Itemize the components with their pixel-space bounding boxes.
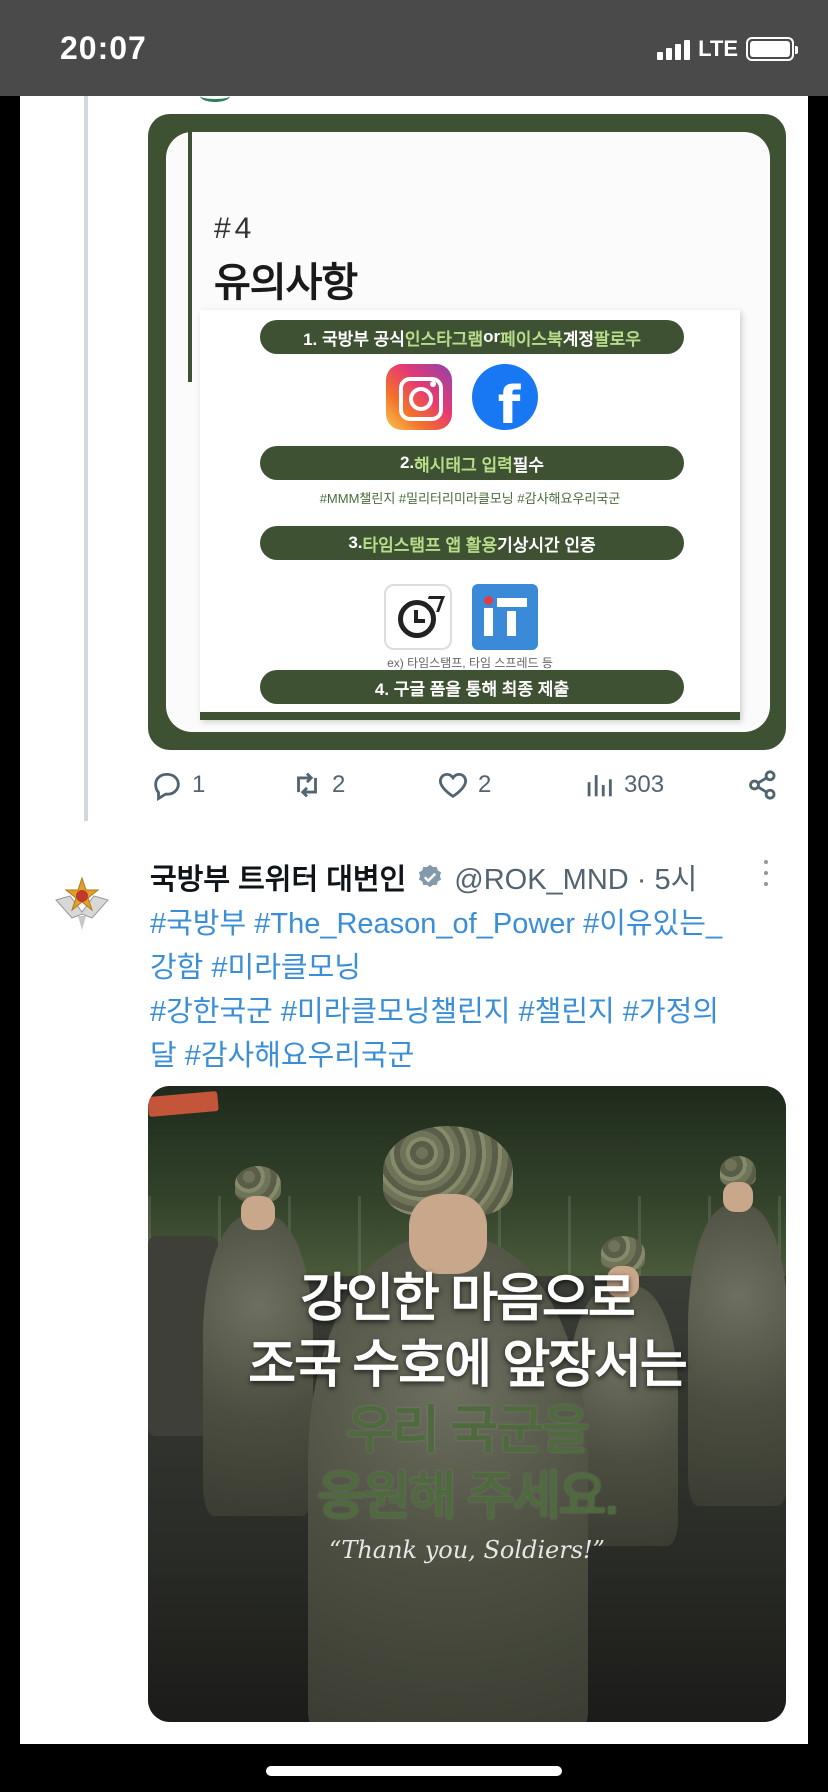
tweet-text-line[interactable]: #국방부 #The_Reason_of_Power #이유있는_ bbox=[150, 902, 790, 946]
thread-connector-line bbox=[84, 96, 88, 821]
step-2-required: 필수 bbox=[512, 455, 545, 475]
step-1-or: or bbox=[483, 327, 501, 346]
thread-curl-mark bbox=[200, 96, 230, 102]
clock-app-icon bbox=[384, 584, 452, 650]
step-4-pill: 4. 구글 폼을 통해 최종 제출 bbox=[260, 670, 684, 704]
verified-badge-icon bbox=[419, 864, 442, 888]
photo-line-3: 우리 국군을 bbox=[346, 1402, 590, 1460]
step-1-num: 1. 국방부 공식 bbox=[303, 329, 405, 349]
infographic-inner: #4 유의사항 1. 국방부 공식 인스타그램 or 페이스북 계정 팔로우 f… bbox=[166, 132, 770, 732]
step-1-follow: 팔로우 bbox=[593, 329, 641, 349]
step-2-hashtag: 해시태그 입력 bbox=[414, 455, 513, 475]
reply-button[interactable]: 1 bbox=[150, 768, 205, 802]
step-3-num: 3. bbox=[348, 533, 363, 552]
step-4-text: 4. 구글 폼을 통해 최종 제출 bbox=[374, 679, 570, 699]
photo-line-4: 응원해 주세요. bbox=[317, 1468, 619, 1526]
share-button[interactable] bbox=[746, 768, 780, 802]
tweet-text-line[interactable]: #강한국군 #미라클모닝챌린지 #챌린지 #가정의 bbox=[150, 990, 790, 1034]
step-1-account: 계정 bbox=[562, 329, 594, 349]
hashtag-note: #MMM챌린지 #밀리터리미라클모닝 #감사해요우리국군 bbox=[319, 491, 621, 506]
share-icon bbox=[749, 770, 776, 800]
app-note: ex) 타임스탬프, 타임 스프레드 등 bbox=[387, 656, 553, 670]
tweet-action-bar: 1 2 2 303 bbox=[150, 768, 790, 812]
tweet-text-line[interactable]: 달 #감사해요우리국군 bbox=[150, 1034, 790, 1078]
heart-icon bbox=[439, 772, 467, 799]
status-bar: 20:07 LTE bbox=[0, 0, 828, 96]
step-3-pill: 3. 타임스탬프 앱 활용 기상시간 인증 bbox=[260, 526, 684, 560]
retweet-button[interactable]: 2 bbox=[290, 768, 345, 802]
step-1-pill: 1. 국방부 공식 인스타그램 or 페이스북 계정 팔로우 bbox=[260, 320, 684, 354]
tweet-image-infographic[interactable]: #4 유의사항 1. 국방부 공식 인스타그램 or 페이스북 계정 팔로우 f… bbox=[148, 114, 786, 750]
tweet-text-line[interactable]: 강함 #미라클모닝 bbox=[150, 946, 790, 990]
reply-count: 1 bbox=[192, 771, 206, 798]
step-1-instagram: 인스타그램 bbox=[404, 329, 484, 349]
views-count: 303 bbox=[624, 771, 665, 798]
step-3-app: 타임스탬프 앱 활용 bbox=[362, 535, 498, 555]
author-name[interactable]: 국방부 트위터 대변인 bbox=[150, 856, 406, 898]
photo-line-1: 강인한 마음으로 bbox=[300, 1270, 635, 1328]
tweet-image-soldiers[interactable]: 강인한 마음으로 조국 수호에 앞장서는 우리 국군을 응원해 주세요. “Th… bbox=[148, 1086, 786, 1722]
infographic-number: #4 bbox=[214, 212, 256, 245]
photo-quote: “Thank you, Soldiers!” bbox=[329, 1536, 605, 1564]
facebook-icon: f bbox=[472, 364, 538, 430]
twitter-thread: #4 유의사항 1. 국방부 공식 인스타그램 or 페이스북 계정 팔로우 f… bbox=[20, 96, 808, 1744]
author-handle[interactable]: @ROK_MND · 5시 bbox=[454, 856, 697, 898]
instagram-icon bbox=[386, 364, 452, 430]
status-time: 20:07 bbox=[60, 30, 147, 66]
reply-icon bbox=[154, 772, 180, 801]
more-options-icon[interactable] bbox=[762, 860, 770, 890]
network-type: LTE bbox=[698, 36, 738, 61]
retweet-count: 2 bbox=[332, 771, 346, 798]
infographic-title: 유의사항 bbox=[214, 250, 358, 312]
retweet-icon bbox=[297, 772, 317, 798]
step-1-facebook: 페이스북 bbox=[500, 329, 563, 349]
like-count: 2 bbox=[478, 771, 492, 798]
views-button[interactable]: 303 bbox=[582, 768, 664, 802]
photo-caption: 강인한 마음으로 조국 수호에 앞장서는 우리 국군을 응원해 주세요. “Th… bbox=[148, 1266, 786, 1564]
signal-icon bbox=[657, 38, 691, 60]
infographic-panel: 1. 국방부 공식 인스타그램 or 페이스북 계정 팔로우 f 2. 해시태그… bbox=[200, 310, 740, 720]
step-2-pill: 2. 해시태그 입력 필수 bbox=[260, 446, 684, 480]
infographic-accent-bar bbox=[188, 132, 192, 382]
photo-line-2: 조국 수호에 앞장서는 bbox=[248, 1336, 687, 1394]
tweet-text: #국방부 #The_Reason_of_Power #이유있는_ 강함 #미라클… bbox=[150, 902, 790, 1078]
battery-icon bbox=[746, 37, 798, 61]
home-indicator[interactable] bbox=[266, 1766, 562, 1776]
views-chart-icon bbox=[587, 775, 612, 797]
like-button[interactable]: 2 bbox=[436, 768, 491, 802]
tweet-header: 국방부 트위터 대변인 @ROK_MND · 5시 bbox=[150, 856, 697, 898]
timestamp-app-icon bbox=[472, 584, 538, 650]
avatar[interactable] bbox=[50, 872, 114, 936]
step-2-num: 2. bbox=[399, 453, 415, 472]
status-indicators: LTE bbox=[657, 36, 798, 62]
step-3-verify: 기상시간 인증 bbox=[497, 535, 596, 555]
